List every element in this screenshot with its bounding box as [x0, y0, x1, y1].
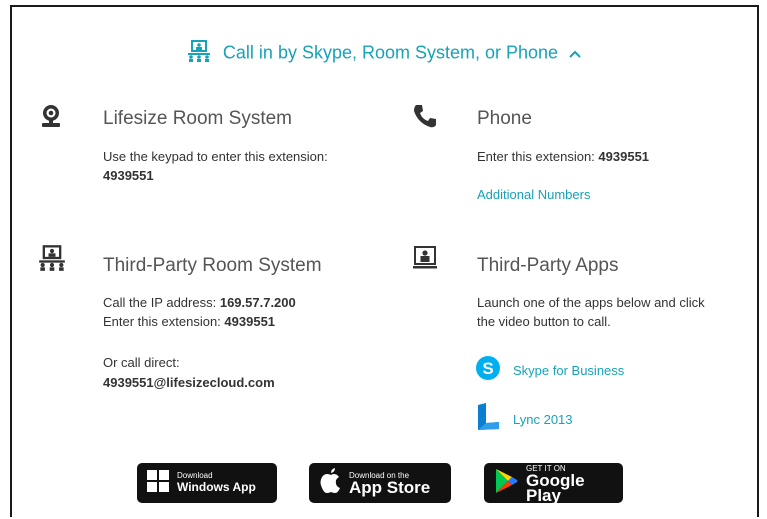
- phone-instruction: Enter this extension:: [477, 149, 595, 164]
- room-system-icon: [38, 245, 66, 276]
- third-party-apps-section: Third-Party Apps Launch one of the apps …: [412, 245, 757, 435]
- lync-icon: [475, 403, 501, 436]
- google-play-icon: [494, 468, 518, 499]
- call-in-toggle[interactable]: Call in by Skype, Room System, or Phone: [12, 40, 757, 67]
- windows-store-big-text: Windows App: [177, 480, 256, 494]
- windows-store-small-text: Download: [177, 471, 213, 480]
- third-party-room-title: Third-Party Room System: [103, 255, 322, 276]
- skype-icon: S: [475, 355, 501, 386]
- phone-extension: 4939551: [598, 149, 650, 164]
- video-presentation-icon: [412, 245, 438, 276]
- google-play-big-text: Google Play: [526, 470, 585, 505]
- skype-label: Skype for Business: [513, 363, 625, 378]
- app-store-big-text: App Store: [349, 478, 431, 497]
- third-party-room-system-section: Third-Party Room System Call the IP addr…: [38, 245, 398, 395]
- ip-label: Call the IP address:: [103, 295, 217, 310]
- apps-instruction-line2: the video button to call.: [477, 314, 611, 329]
- lync-label: Lync 2013: [513, 412, 573, 427]
- windows-icon: [147, 469, 169, 497]
- ip-value: 169.57.7.200: [219, 295, 296, 310]
- windows-app-download-button[interactable]: Download Windows App: [137, 463, 277, 503]
- phone-icon: [412, 103, 438, 134]
- direct-label: Or call direct:: [103, 355, 180, 370]
- room-ext-label: Enter this extension:: [103, 314, 221, 329]
- room-system-title: Lifesize Room System: [103, 108, 293, 129]
- additional-numbers-link[interactable]: Additional Numbers: [477, 187, 590, 202]
- app-store-download-button[interactable]: Download on the App Store: [309, 463, 451, 503]
- direct-address: 4939551@lifesizecloud.com: [103, 375, 275, 390]
- room-ext-value: 4939551: [224, 314, 276, 329]
- google-play-download-button[interactable]: GET IT ON Google Play: [484, 463, 623, 505]
- svg-text:S: S: [482, 359, 493, 378]
- webcam-icon: [38, 103, 64, 134]
- skype-for-business-link[interactable]: S Skype for Business: [475, 355, 624, 386]
- lync-2013-link[interactable]: Lync 2013: [475, 403, 573, 436]
- phone-title: Phone: [477, 108, 532, 129]
- chevron-up-icon: [568, 43, 582, 64]
- call-in-panel: Call in by Skype, Room System, or Phone …: [10, 5, 759, 517]
- lifesize-room-system-section: Lifesize Room System Use the keypad to e…: [38, 103, 378, 193]
- apple-icon: [319, 467, 341, 499]
- room-system-extension: 4939551: [103, 168, 154, 183]
- room-system-icon: [187, 40, 211, 67]
- third-party-apps-title: Third-Party Apps: [477, 255, 619, 276]
- phone-section: Phone Enter this extension: 4939551 Addi…: [412, 103, 752, 213]
- room-system-instruction: Use the keypad to enter this extension:: [103, 149, 328, 164]
- header-title: Call in by Skype, Room System, or Phone: [222, 42, 559, 63]
- apps-instruction-line1: Launch one of the apps below and click: [477, 295, 705, 310]
